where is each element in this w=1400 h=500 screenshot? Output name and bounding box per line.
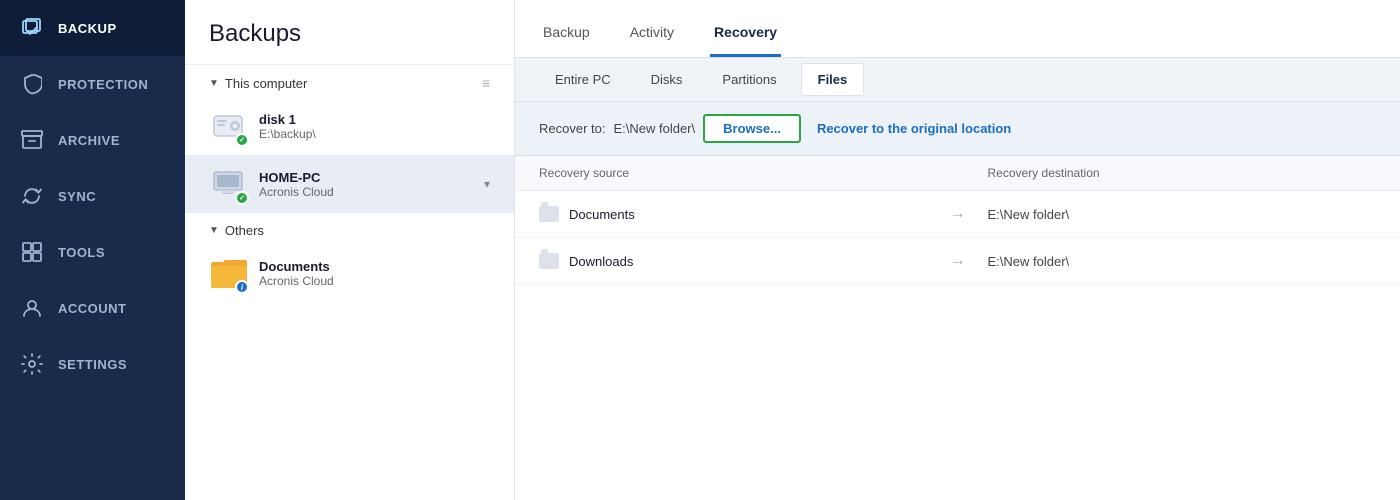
folder-icon xyxy=(539,253,559,269)
this-computer-label: This computer xyxy=(225,76,307,91)
sub-tabs: Entire PC Disks Partitions Files xyxy=(515,58,1400,102)
recover-to-label: Recover to: xyxy=(539,121,605,136)
backup-item-home-pc[interactable]: HOME-PC Acronis Cloud ▾ xyxy=(185,155,514,213)
sidebar-item-tools[interactable]: Tools xyxy=(0,224,185,280)
sidebar-item-settings-label: Settings xyxy=(58,357,127,372)
sidebar: Backup Protection Archive xyxy=(0,0,185,500)
row-source-name: Downloads xyxy=(569,254,633,269)
main-content: Backup Activity Recovery Entire PC Disks… xyxy=(515,0,1400,500)
table-header: Recovery source Recovery destination xyxy=(515,156,1400,191)
expand-arrow-icon: ▾ xyxy=(484,177,490,191)
sub-tab-partitions[interactable]: Partitions xyxy=(706,64,792,95)
info-badge-documents xyxy=(235,280,249,294)
sidebar-item-sync[interactable]: Sync xyxy=(0,168,185,224)
this-computer-section-header: ▼ This computer ≡ xyxy=(185,65,514,97)
hamburger-icon[interactable]: ≡ xyxy=(482,75,490,91)
monitor-icon-wrap xyxy=(209,165,247,203)
backup-item-disk1[interactable]: disk 1 E:\backup\ xyxy=(185,97,514,155)
table-row[interactable]: Documents → E:\New folder\ xyxy=(515,191,1400,238)
sidebar-item-archive-label: Archive xyxy=(58,133,120,148)
arrow-icon: → xyxy=(928,205,988,223)
documents-item-sub: Acronis Cloud xyxy=(259,274,490,288)
backup-panel: Backups ▼ This computer ≡ disk 1 E:\ xyxy=(185,0,515,500)
recover-path: E:\New folder\ xyxy=(613,121,695,136)
recover-original-link[interactable]: Recover to the original location xyxy=(817,121,1011,136)
backup-icon xyxy=(20,16,44,40)
sub-tab-entire-pc[interactable]: Entire PC xyxy=(539,64,627,95)
recover-bar: Recover to: E:\New folder\ Browse... Rec… xyxy=(515,102,1400,156)
sub-tab-disks[interactable]: Disks xyxy=(635,64,699,95)
this-computer-expand[interactable]: ▼ This computer xyxy=(209,76,307,91)
col-dest-header: Recovery destination xyxy=(988,166,1377,180)
settings-icon xyxy=(20,352,44,376)
tools-icon xyxy=(20,240,44,264)
tab-recovery[interactable]: Recovery xyxy=(710,8,781,57)
documents-item-name: Documents xyxy=(259,259,490,274)
chevron-down-icon-others: ▼ xyxy=(209,225,219,236)
sidebar-item-settings[interactable]: Settings xyxy=(0,336,185,392)
folder-icon xyxy=(539,206,559,222)
sync-icon xyxy=(20,184,44,208)
top-tabs: Backup Activity Recovery xyxy=(515,0,1400,58)
folder-icon-wrap xyxy=(209,254,247,292)
tab-activity[interactable]: Activity xyxy=(626,8,678,57)
status-ok-badge-homepc xyxy=(235,191,249,205)
account-icon xyxy=(20,296,44,320)
row-dest-path: E:\New folder\ xyxy=(988,207,1377,222)
status-ok-badge xyxy=(235,133,249,147)
table-row[interactable]: Downloads → E:\New folder\ xyxy=(515,238,1400,285)
disk1-name: disk 1 xyxy=(259,112,490,127)
row-source-name: Documents xyxy=(569,207,635,222)
sidebar-item-protection-label: Protection xyxy=(58,77,148,92)
others-expand[interactable]: ▼ Others xyxy=(209,223,264,238)
recovery-table: Recovery source Recovery destination Doc… xyxy=(515,156,1400,500)
row-dest-path: E:\New folder\ xyxy=(988,254,1377,269)
archive-icon xyxy=(20,128,44,152)
backups-title: Backups xyxy=(185,0,514,65)
tab-backup[interactable]: Backup xyxy=(539,8,594,57)
sidebar-item-sync-label: Sync xyxy=(58,189,96,204)
sidebar-item-protection[interactable]: Protection xyxy=(0,56,185,112)
sidebar-item-tools-label: Tools xyxy=(58,245,105,260)
sub-tab-files[interactable]: Files xyxy=(801,63,865,96)
arrow-icon: → xyxy=(928,252,988,270)
disk-icon-wrap xyxy=(209,107,247,145)
home-pc-sub: Acronis Cloud xyxy=(259,185,472,199)
disk1-path: E:\backup\ xyxy=(259,127,490,141)
chevron-down-icon: ▼ xyxy=(209,78,219,89)
col-source-header: Recovery source xyxy=(539,166,928,180)
sidebar-item-backup[interactable]: Backup xyxy=(0,0,185,56)
sidebar-item-account-label: Account xyxy=(58,301,127,316)
sidebar-item-account[interactable]: Account xyxy=(0,280,185,336)
backup-item-documents[interactable]: Documents Acronis Cloud xyxy=(185,244,514,302)
browse-button[interactable]: Browse... xyxy=(703,114,801,143)
sidebar-item-backup-label: Backup xyxy=(58,21,117,36)
others-label: Others xyxy=(225,223,264,238)
others-section-header: ▼ Others xyxy=(185,213,514,244)
sidebar-item-archive[interactable]: Archive xyxy=(0,112,185,168)
shield-icon xyxy=(20,72,44,96)
home-pc-name: HOME-PC xyxy=(259,170,472,185)
